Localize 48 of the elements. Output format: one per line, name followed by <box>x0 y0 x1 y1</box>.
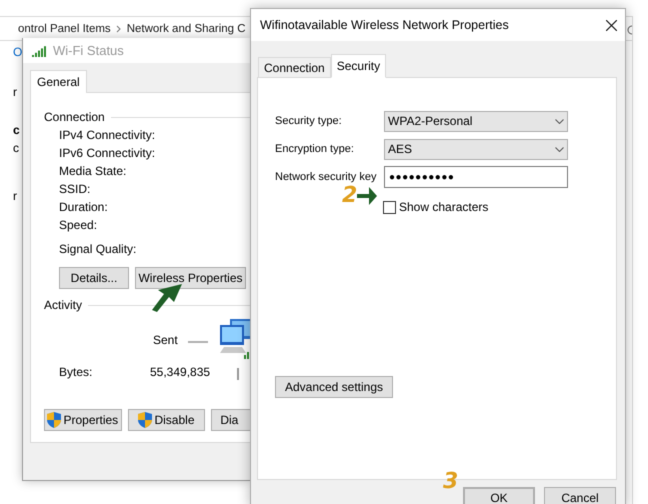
window-title: Wi-Fi Status <box>53 42 124 60</box>
sidebar-link[interactable]: c <box>13 139 22 157</box>
field-label: Signal Quality: <box>59 241 138 258</box>
field-label: Duration: <box>59 199 109 216</box>
tab[interactable]: Security <box>330 54 386 78</box>
sidebar-link[interactable]: r <box>13 187 22 205</box>
field-label: Security type: <box>275 114 343 129</box>
chevron-down-icon <box>555 118 564 124</box>
step-number: 3 <box>443 471 458 493</box>
sidebar-link[interactable]: r <box>13 83 22 103</box>
breadcrumb-item[interactable]: Network and Sharing C <box>126 22 246 36</box>
diagnose-button[interactable]: Dia <box>211 409 250 431</box>
shield-button[interactable]: Properties <box>44 409 122 431</box>
field-label: Speed: <box>59 217 98 234</box>
chevron-right-icon <box>116 25 122 33</box>
field-label: Media State: <box>59 163 128 180</box>
field-label: Encryption type: <box>275 142 355 157</box>
wifi-signal-icon <box>32 44 48 56</box>
bytes-sent-value: 55,349,835 <box>150 364 210 381</box>
checkbox[interactable] <box>383 200 396 214</box>
step-number: 2 <box>342 185 358 207</box>
tab[interactable]: General <box>30 70 87 93</box>
breadcrumb-item[interactable]: ontrol Panel Items <box>18 22 111 36</box>
wireless-properties-button[interactable]: Wireless Properties <box>135 267 246 289</box>
details-button[interactable]: Details... <box>59 267 129 289</box>
group-heading: Connection <box>44 109 105 126</box>
sidebar-link[interactable]: c <box>13 121 22 139</box>
checkbox-label: Show characters <box>399 199 488 216</box>
password-field[interactable]: ●●●●●●●●●● <box>384 166 568 188</box>
advanced-settings-button[interactable]: Advanced settings <box>275 376 393 398</box>
dropdown[interactable]: AES <box>384 138 568 160</box>
dropdown[interactable]: WPA2-Personal <box>384 110 568 132</box>
group-heading: Activity <box>44 297 82 314</box>
sent-label: Sent <box>153 332 178 349</box>
field-label: IPv6 Connectivity: <box>59 145 156 162</box>
window-title: Wifinotavailable Wireless Network Properties <box>260 16 509 34</box>
chevron-down-icon <box>555 146 564 152</box>
field-label: SSID: <box>59 181 92 198</box>
sidebar-link[interactable]: O <box>13 43 22 63</box>
cancel-button[interactable]: Cancel <box>544 487 616 504</box>
bytes-label: Bytes: <box>59 364 94 381</box>
close-icon[interactable] <box>606 20 617 30</box>
tab[interactable]: Connection <box>258 57 331 78</box>
shield-button[interactable]: Disable <box>128 409 206 431</box>
ok-button[interactable]: OK <box>463 487 535 504</box>
right-arrow-icon <box>357 185 378 207</box>
field-label: Network security key <box>275 170 378 185</box>
field-label: IPv4 Connectivity: <box>59 127 156 144</box>
